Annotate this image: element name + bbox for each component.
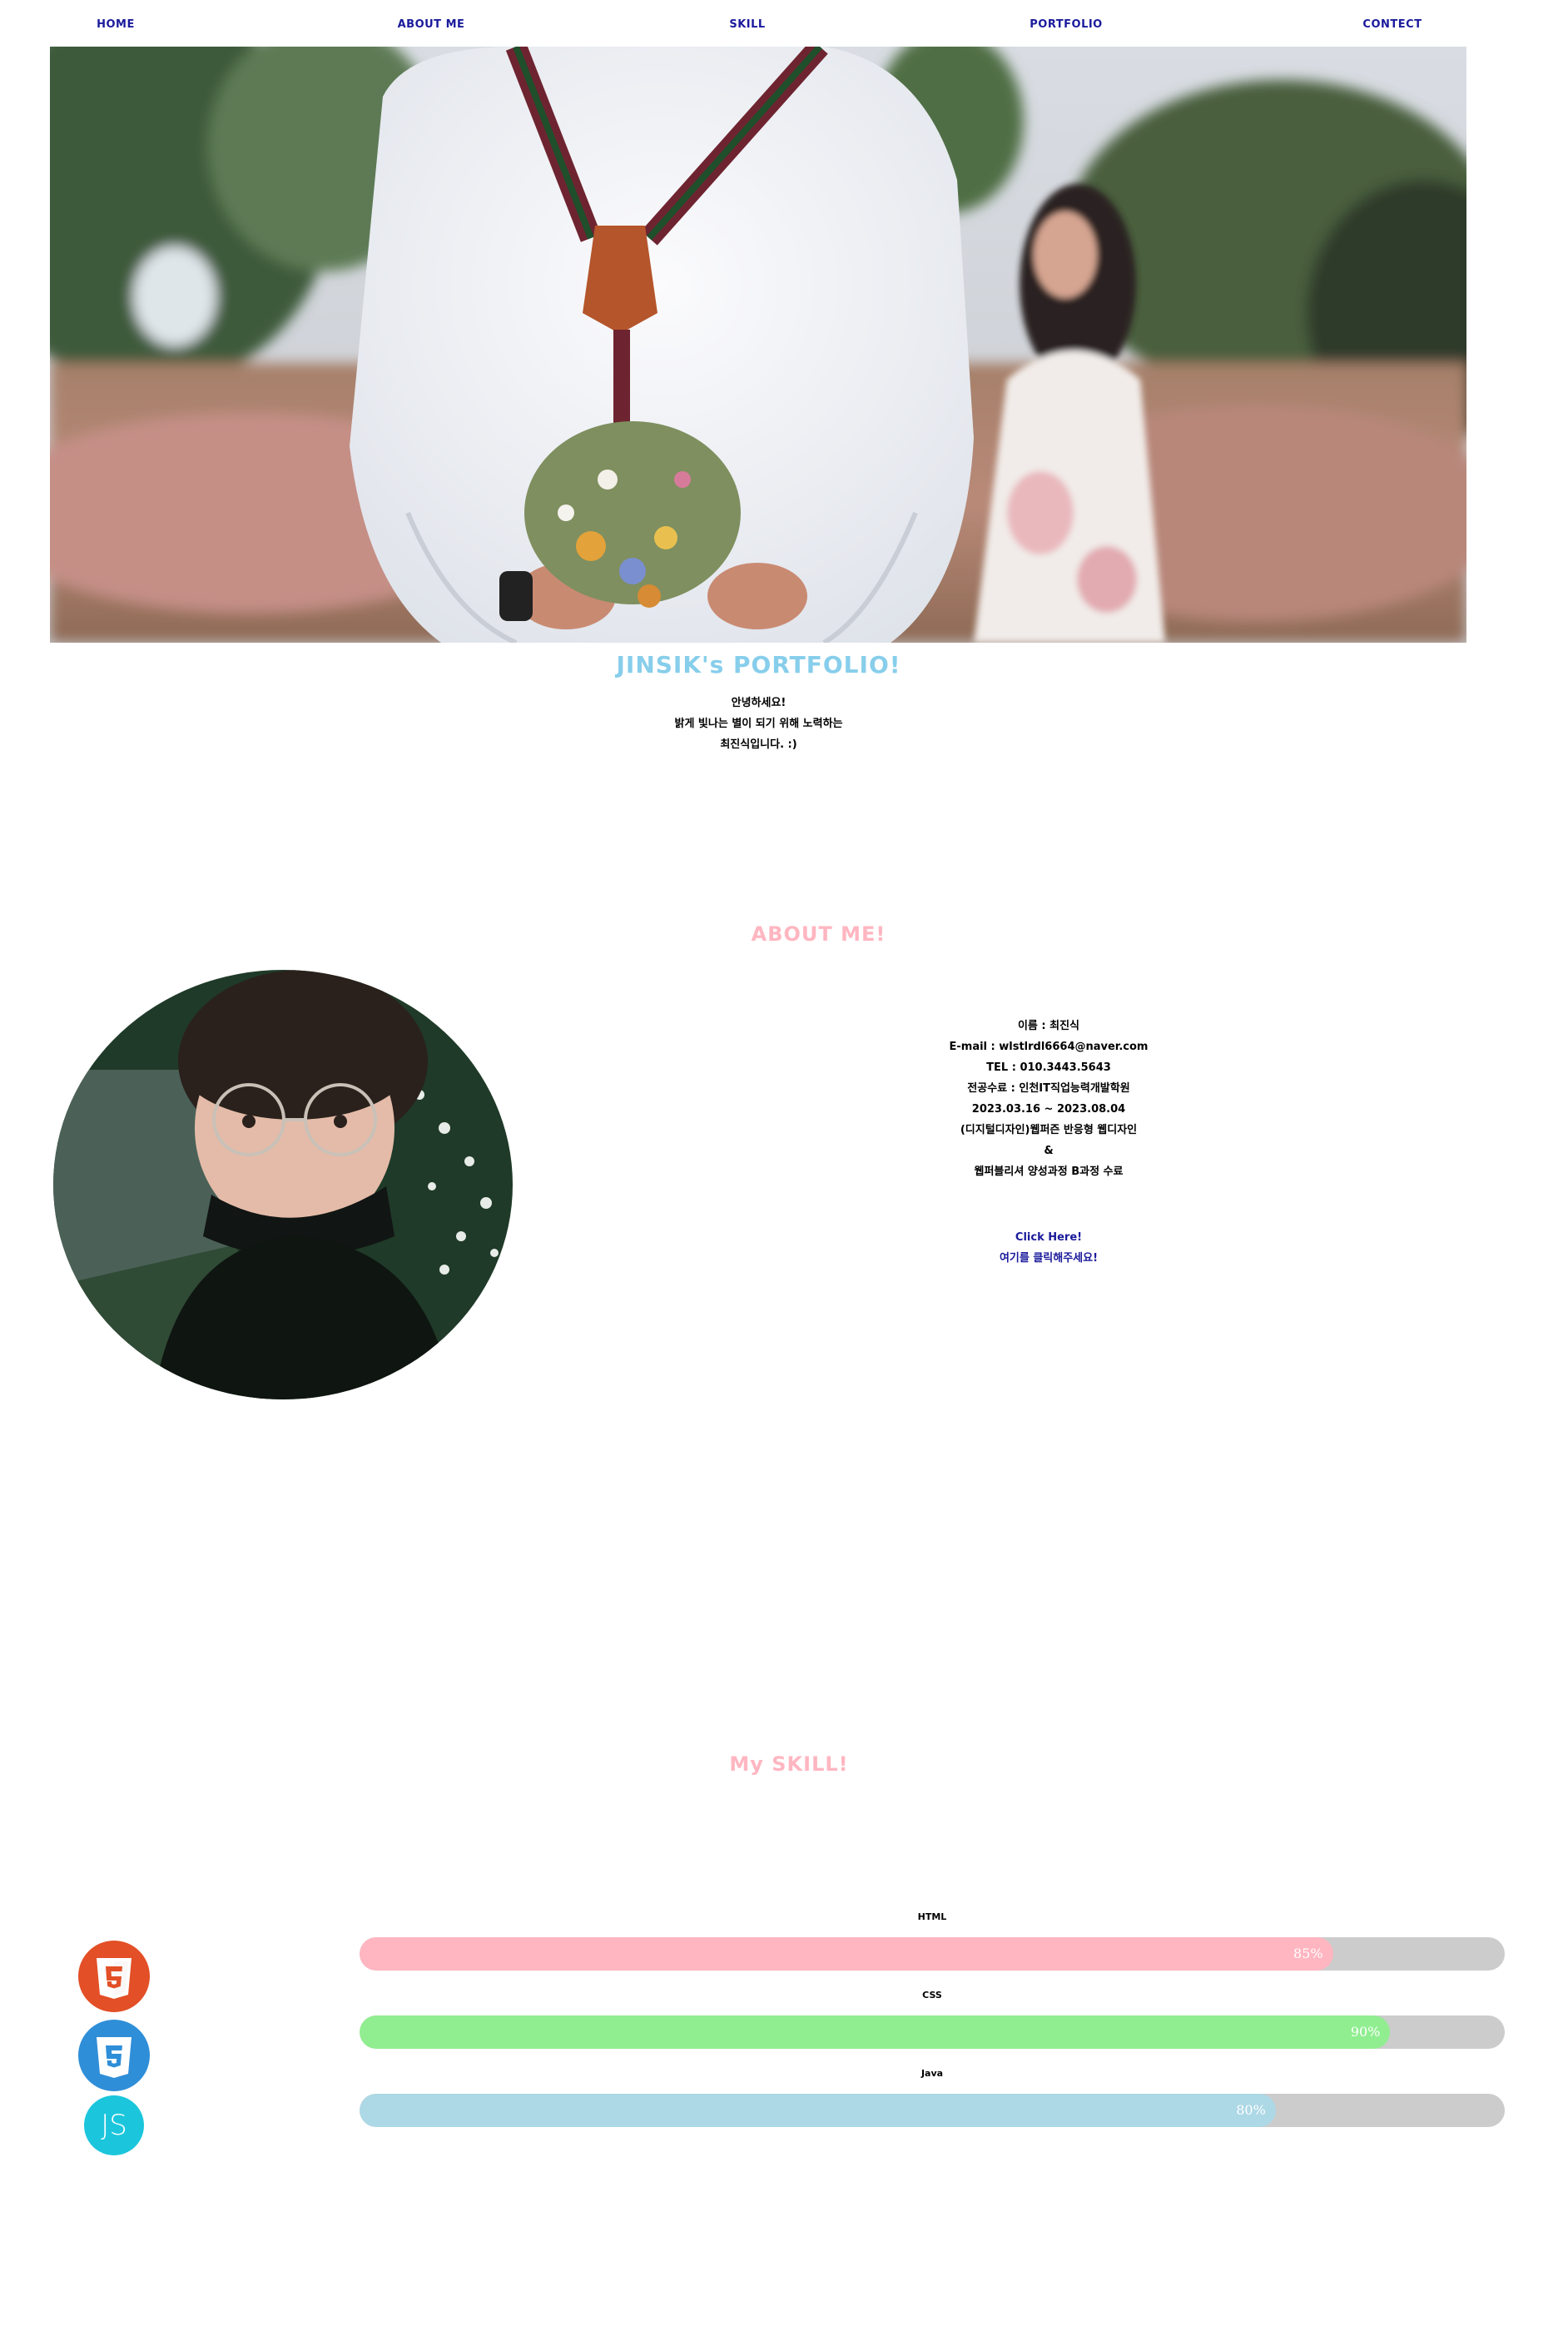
skill-title: My SKILL! bbox=[729, 1752, 849, 1776]
profile-tel: TEL : 010.3443.5643 bbox=[986, 1061, 1111, 1074]
click-here-link[interactable]: Click Here! bbox=[882, 1227, 1215, 1248]
skill-bar-fill: 80% bbox=[360, 2094, 1276, 2127]
html5-icon bbox=[78, 1941, 150, 2012]
skill-percent: 85% bbox=[1293, 1946, 1323, 1961]
profile-info: 이름 : 최진식 E-mail : wlstlrdl6664@naver.com… bbox=[882, 1016, 1215, 1182]
skill-label-html: HTML bbox=[917, 1911, 947, 1922]
hero-image bbox=[50, 47, 1466, 643]
profile-email: E-mail : wlstlrdl6664@naver.com bbox=[949, 1041, 1149, 1053]
profile-course: (디지털디자인)웹퍼즌 반응형 웹디자인 bbox=[960, 1124, 1138, 1136]
profile-education: 전공수료 : 인천IT직업능력개발학원 bbox=[967, 1082, 1130, 1095]
css3-icon bbox=[78, 2020, 150, 2091]
profile-name: 이름 : 최진식 bbox=[1017, 1020, 1080, 1032]
portfolio-title: JINSIK's PORTFOLIO! bbox=[616, 651, 901, 678]
skill-label-css: CSS bbox=[922, 1990, 942, 2001]
skill-bar-html: 85% bbox=[360, 1937, 1505, 1971]
click-here-ko-link[interactable]: 여기를 클릭해주세요! bbox=[882, 1248, 1215, 1269]
click-here-links: Click Here! 여기를 클릭해주세요! bbox=[882, 1227, 1215, 1269]
skill-bar-java: 80% bbox=[360, 2094, 1505, 2127]
intro-line: 최진식입니다. :) bbox=[720, 738, 797, 751]
profile-ampersand: & bbox=[1044, 1145, 1054, 1157]
profile-photo bbox=[53, 970, 513, 1399]
skill-label-java: Java bbox=[920, 2068, 944, 2079]
skill-bar-fill: 90% bbox=[360, 2015, 1391, 2049]
nav-skill[interactable]: SKILL bbox=[729, 18, 765, 31]
skill-percent: 90% bbox=[1350, 2024, 1381, 2040]
nav-about-me[interactable]: ABOUT ME bbox=[398, 18, 465, 31]
about-title: ABOUT ME! bbox=[751, 922, 886, 946]
intro-text: 안녕하세요! 밝게 빛나는 별이 되기 위해 노력하는 최진식입니다. :) bbox=[0, 693, 1517, 755]
js-icon-glyph: JS bbox=[101, 2109, 127, 2142]
profile-course-2: 웹퍼블리셔 양성과정 B과정 수료 bbox=[974, 1166, 1124, 1178]
top-nav: HOME ABOUT ME SKILL PORTFOLIO CONTECT bbox=[0, 0, 1568, 47]
nav-contect[interactable]: CONTECT bbox=[1362, 18, 1422, 31]
skill-percent: 80% bbox=[1236, 2102, 1266, 2118]
nav-home[interactable]: HOME bbox=[97, 18, 135, 31]
nav-portfolio[interactable]: PORTFOLIO bbox=[1030, 18, 1102, 31]
skill-bar-css: 90% bbox=[360, 2015, 1505, 2049]
intro-line: 밝게 빛나는 별이 되기 위해 노력하는 bbox=[674, 718, 843, 730]
js-icon: JS bbox=[84, 2095, 144, 2155]
skill-bar-fill: 85% bbox=[360, 1937, 1333, 1971]
intro-line: 안녕하세요! bbox=[731, 697, 786, 709]
profile-period: 2023.03.16 ~ 2023.08.04 bbox=[971, 1103, 1126, 1116]
